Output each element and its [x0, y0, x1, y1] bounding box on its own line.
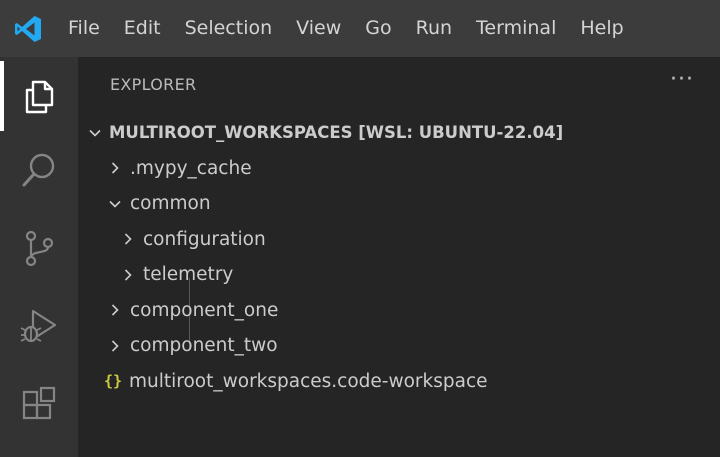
run-debug-icon — [20, 309, 57, 343]
menu-terminal[interactable]: Terminal — [464, 0, 568, 57]
menu-go[interactable]: Go — [353, 0, 403, 57]
tree-item-label: telemetry — [143, 264, 234, 286]
tree-item-label: component_two — [130, 335, 278, 357]
explorer-sidebar: EXPLORER ··· MULTIROOT_WORKSPACES [WSL: … — [78, 57, 720, 457]
chevron-right-icon — [106, 159, 124, 177]
tree-item-label: .mypy_cache — [130, 157, 252, 179]
search-icon — [22, 153, 55, 187]
title-bar: File Edit Selection View Go Run Terminal… — [0, 0, 720, 57]
explorer-title: EXPLORER — [110, 75, 197, 94]
tree-item-mypy-cache[interactable]: .mypy_cache — [78, 151, 720, 187]
file-tree: MULTIROOT_WORKSPACES [WSL: UBUNTU-22.04]… — [78, 115, 720, 399]
more-actions-icon[interactable]: ··· — [670, 69, 694, 91]
tree-item-configuration[interactable]: configuration — [78, 222, 720, 258]
json-file-icon: {} — [103, 372, 123, 391]
chevron-down-icon — [106, 195, 124, 213]
tree-item-component-one[interactable]: component_one — [78, 293, 720, 329]
explorer-icon — [25, 80, 54, 114]
source-control-icon — [25, 230, 54, 267]
menu-file[interactable]: File — [56, 0, 112, 57]
activity-bar — [0, 57, 78, 457]
workspace-root[interactable]: MULTIROOT_WORKSPACES [WSL: UBUNTU-22.04] — [78, 115, 720, 151]
tree-item-label: component_one — [130, 299, 279, 321]
menu-edit[interactable]: Edit — [112, 0, 173, 57]
activity-run-debug[interactable] — [0, 291, 78, 361]
menu-bar: File Edit Selection View Go Run Terminal… — [56, 0, 636, 57]
chevron-right-icon — [106, 301, 124, 319]
menu-selection[interactable]: Selection — [173, 0, 285, 57]
chevron-right-icon — [119, 266, 137, 284]
tree-item-telemetry[interactable]: telemetry — [78, 257, 720, 293]
explorer-header: EXPLORER ··· — [78, 57, 720, 113]
activity-explorer[interactable] — [0, 61, 78, 131]
chevron-down-icon — [86, 124, 104, 142]
chevron-right-icon — [106, 337, 124, 355]
menu-help[interactable]: Help — [568, 0, 635, 57]
activity-source-control[interactable] — [0, 213, 78, 283]
workspace-label: MULTIROOT_WORKSPACES [WSL: UBUNTU-22.04] — [109, 123, 564, 143]
tree-item-label: common — [130, 193, 211, 215]
extensions-icon — [22, 386, 56, 420]
tree-item-label: configuration — [143, 228, 266, 250]
tree-item-workspace-file[interactable]: {} multiroot_workspaces.code-workspace — [78, 364, 720, 400]
vscode-window: File Edit Selection View Go Run Terminal… — [0, 0, 720, 457]
menu-view[interactable]: View — [284, 0, 353, 57]
chevron-right-icon — [119, 230, 137, 248]
activity-search[interactable] — [0, 135, 78, 205]
vscode-logo-icon[interactable] — [0, 0, 56, 57]
menu-run[interactable]: Run — [404, 0, 464, 57]
activity-extensions[interactable] — [0, 369, 78, 439]
tree-item-label: multiroot_workspaces.code-workspace — [129, 370, 488, 392]
tree-item-component-two[interactable]: component_two — [78, 328, 720, 364]
tree-item-common[interactable]: common — [78, 186, 720, 222]
